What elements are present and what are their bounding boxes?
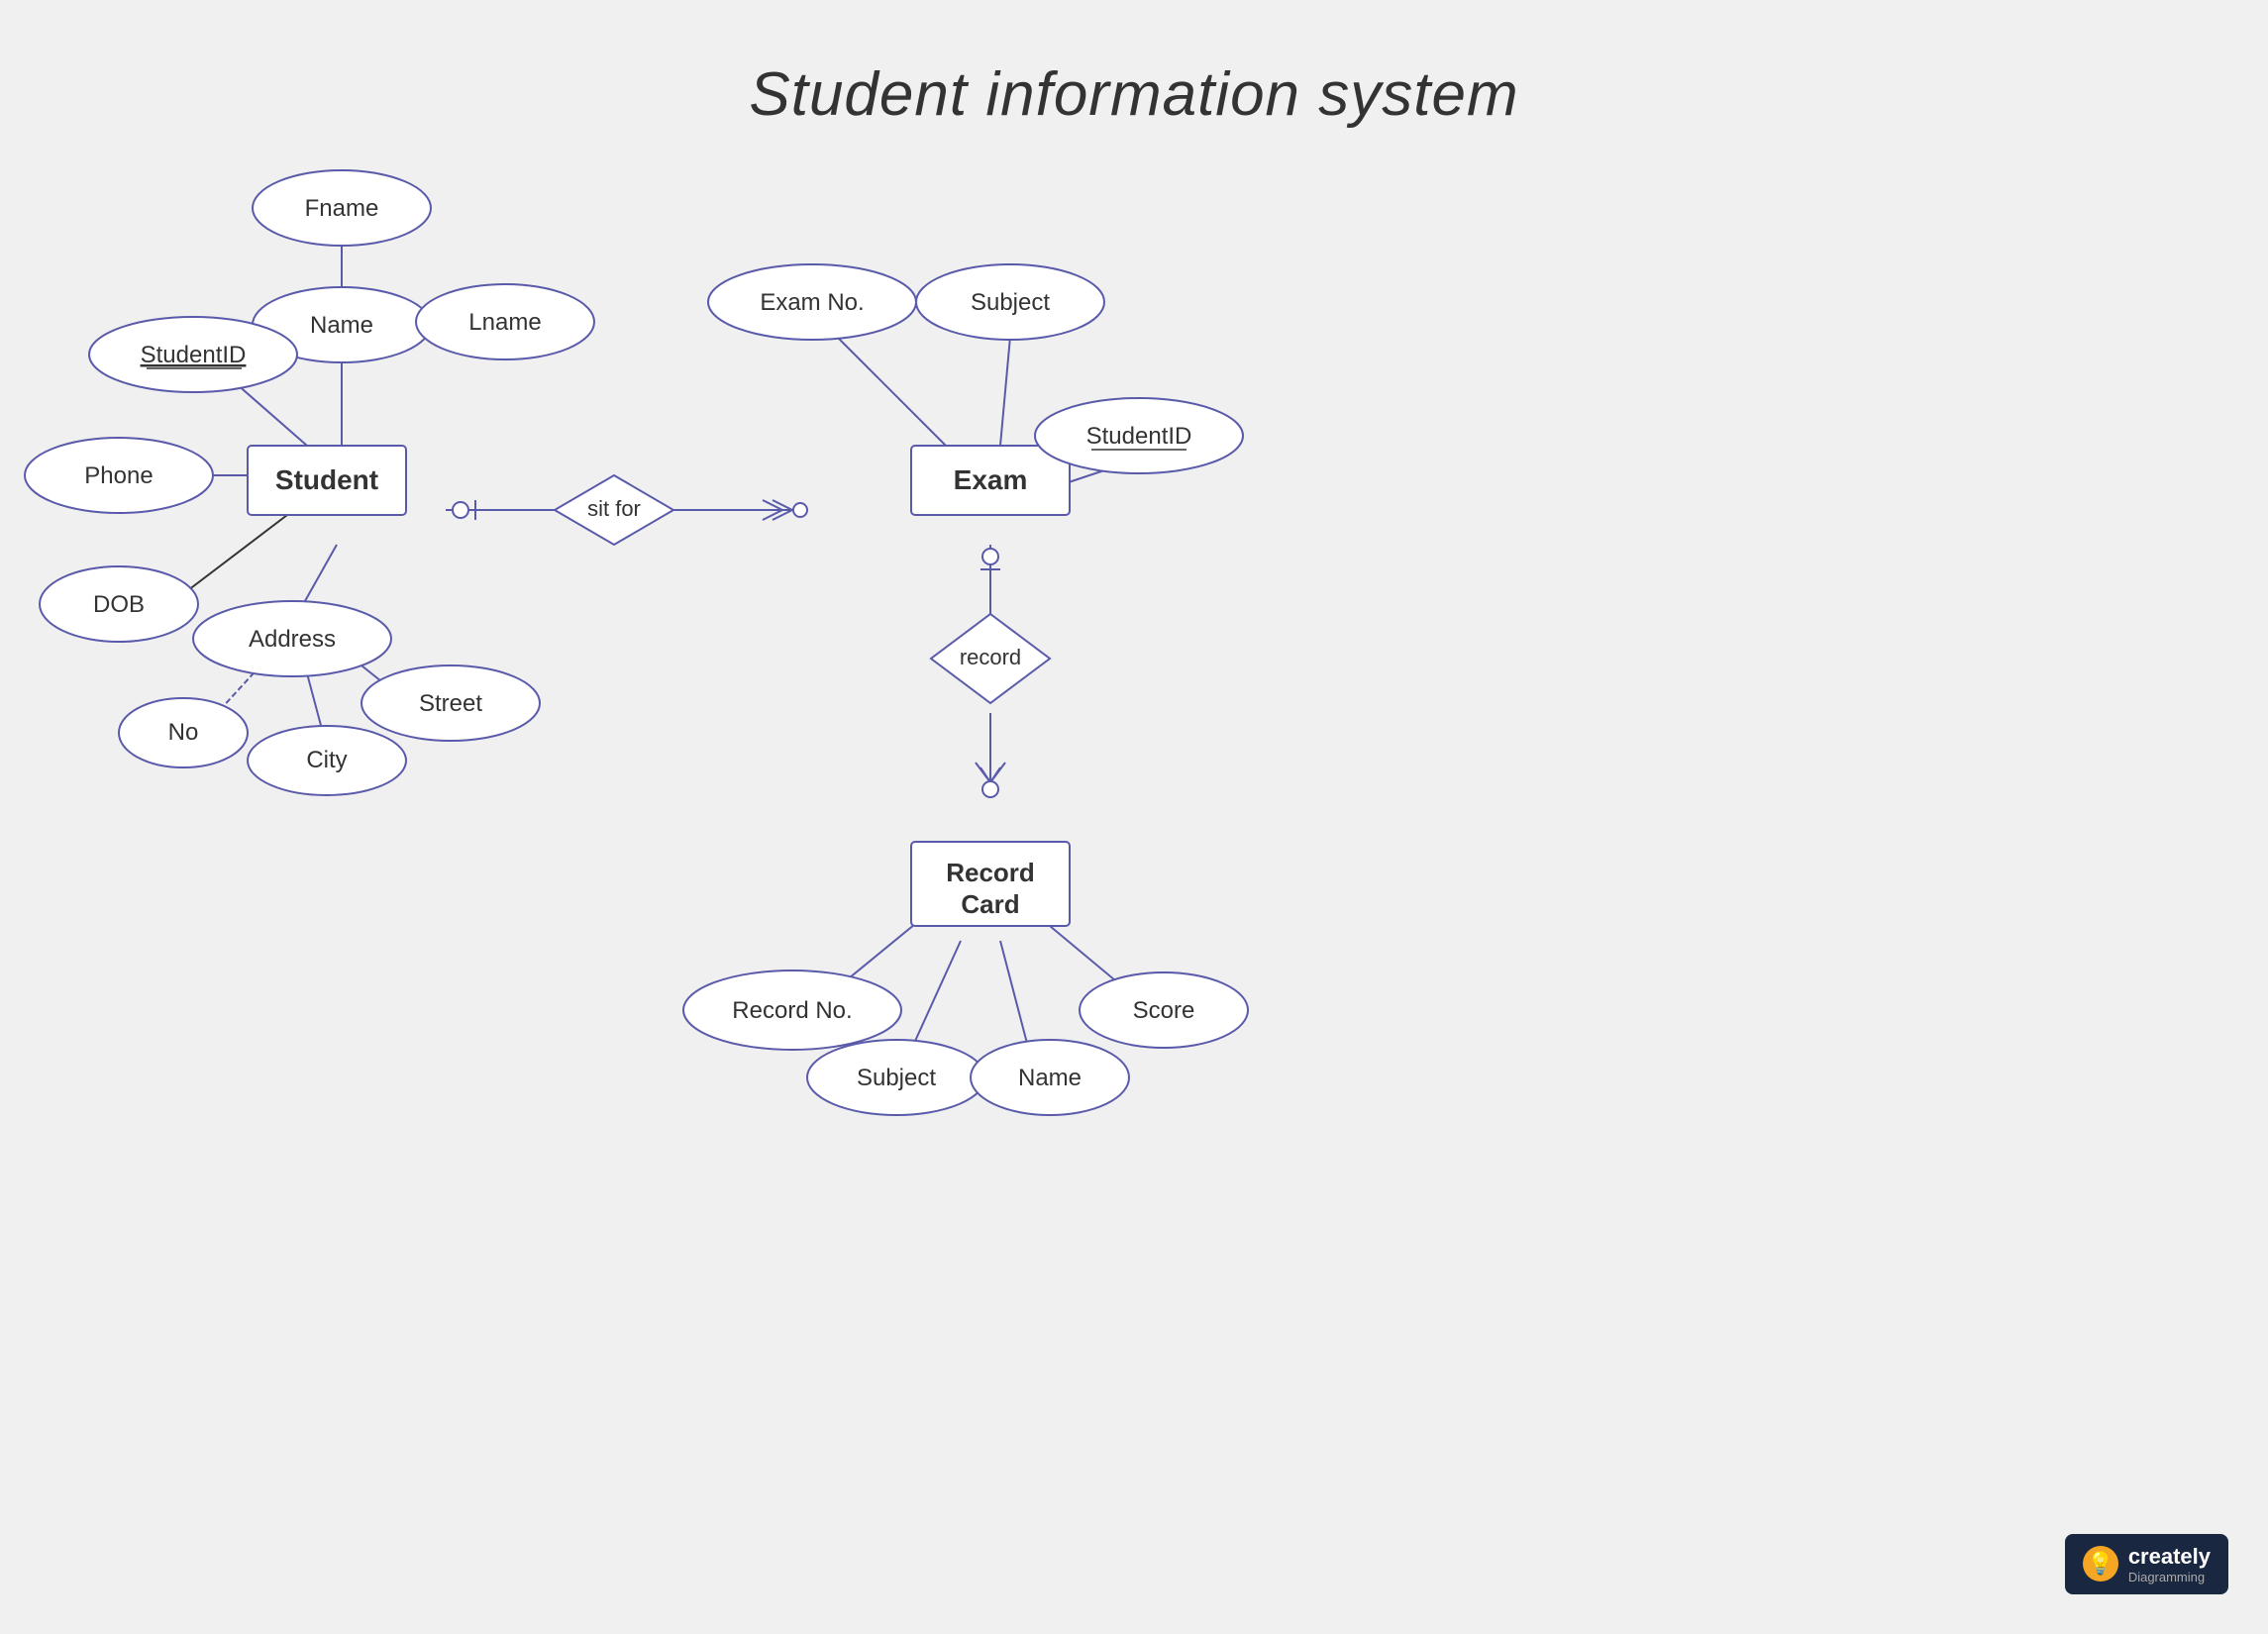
svg-text:Record: Record xyxy=(946,858,1035,887)
svg-text:Subject: Subject xyxy=(857,1065,936,1091)
logo-text: creately xyxy=(2128,1544,2211,1570)
svg-text:No: No xyxy=(168,719,199,746)
svg-text:Street: Street xyxy=(419,690,482,717)
logo-sub: Diagramming xyxy=(2128,1570,2211,1584)
creately-logo: 💡 creately Diagramming xyxy=(2065,1534,2228,1594)
svg-text:Student: Student xyxy=(275,464,378,495)
logo-icon: 💡 xyxy=(2083,1546,2118,1582)
svg-text:Score: Score xyxy=(1133,997,1195,1024)
svg-text:sit for: sit for xyxy=(587,496,641,521)
svg-text:Fname: Fname xyxy=(305,195,379,222)
svg-text:Lname: Lname xyxy=(468,309,541,336)
svg-text:Name: Name xyxy=(1018,1065,1082,1091)
svg-text:record: record xyxy=(960,645,1021,669)
svg-text:Card: Card xyxy=(961,889,1019,919)
svg-text:Exam No.: Exam No. xyxy=(760,289,864,316)
svg-text:City: City xyxy=(306,747,347,773)
svg-text:StudentID: StudentID xyxy=(141,342,247,368)
svg-text:Exam: Exam xyxy=(954,464,1028,495)
svg-text:StudentID: StudentID xyxy=(1086,423,1192,450)
svg-text:Subject: Subject xyxy=(971,289,1050,316)
svg-text:Name: Name xyxy=(310,312,373,339)
svg-text:Phone: Phone xyxy=(84,462,153,489)
svg-text:Record No.: Record No. xyxy=(732,997,852,1024)
er-diagram: Student Exam Record Card sit for record … xyxy=(0,0,2268,1634)
svg-text:DOB: DOB xyxy=(93,591,145,618)
svg-text:Address: Address xyxy=(249,626,336,653)
